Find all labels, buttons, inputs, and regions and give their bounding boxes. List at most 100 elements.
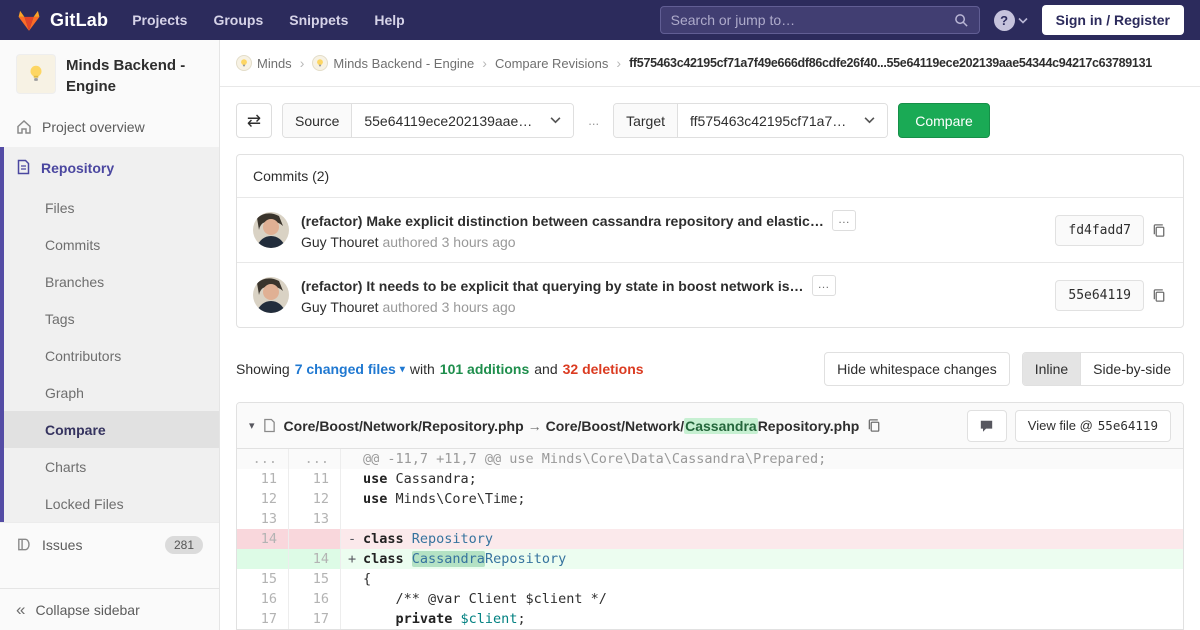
- diff-line-content: - class Repository: [341, 529, 1183, 549]
- diff-line-content: use Minds\Core\Time;: [363, 491, 526, 507]
- view-file-sha: 55e64119: [1097, 418, 1158, 433]
- issues-icon: [16, 537, 32, 552]
- old-line-number[interactable]: [237, 549, 289, 569]
- nav-link-groups[interactable]: Groups: [213, 12, 263, 28]
- file-path[interactable]: Core/Boost/Network/Repository.php → Core/B…: [284, 417, 859, 434]
- new-line-number[interactable]: 13: [289, 509, 341, 529]
- diff-line-hunk: ...... @@ -11,7 +11,7 @@ use Minds\Core\D…: [237, 449, 1183, 469]
- sidebar-item-graph[interactable]: Graph: [4, 374, 219, 411]
- old-line-number[interactable]: 14: [237, 529, 289, 549]
- sidebar-item-contributors[interactable]: Contributors: [4, 337, 219, 374]
- old-line-number[interactable]: 17: [237, 609, 289, 629]
- commit-sha[interactable]: 55e64119: [1055, 279, 1144, 311]
- comment-bubble-icon: [979, 419, 994, 433]
- commit-expand-button[interactable]: …: [811, 275, 836, 296]
- old-line-number[interactable]: 12: [237, 489, 289, 509]
- project-avatar[interactable]: [16, 54, 56, 94]
- inline-view-button[interactable]: Inline: [1022, 353, 1081, 385]
- nav-link-help[interactable]: Help: [374, 12, 404, 28]
- commit-title-link[interactable]: (refactor) It needs to be explicit that …: [301, 278, 804, 294]
- sidebar-item-compare[interactable]: Compare: [4, 411, 219, 448]
- commit-title-link[interactable]: (refactor) Make explicit distinction bet…: [301, 213, 824, 229]
- diff-file-panel: ▾ Core/Boost/Network/Repository.php → Core…: [236, 402, 1184, 630]
- search-icon[interactable]: [954, 13, 969, 28]
- commit-author-link[interactable]: Guy Thouret: [301, 234, 379, 250]
- diff-line-content: private $client;: [395, 611, 526, 627]
- copy-sha-icon[interactable]: [1152, 288, 1167, 303]
- source-revision-dropdown[interactable]: 55e64119ece202139aae…: [352, 104, 574, 137]
- breadcrumb-link[interactable]: Minds: [257, 56, 292, 71]
- new-line-number[interactable]: 14: [289, 549, 341, 569]
- new-line-number[interactable]: 17: [289, 609, 341, 629]
- commit-timestamp: authored 3 hours ago: [378, 299, 516, 315]
- copy-path-icon[interactable]: [867, 418, 882, 433]
- repository-icon: [16, 159, 31, 178]
- copy-sha-icon[interactable]: [1152, 223, 1167, 238]
- sidebar-item-repository[interactable]: Repository: [4, 147, 219, 189]
- diff-stats: Showing 7 changed files ▾ with 101 addit…: [236, 361, 644, 377]
- sidebar-item-project-overview[interactable]: Project overview: [0, 107, 219, 147]
- chevron-down-icon: [864, 115, 875, 127]
- sidebar-item-locked-files[interactable]: Locked Files: [4, 485, 219, 522]
- diff-line-content: use Cassandra;: [363, 471, 477, 487]
- side-by-side-view-button[interactable]: Side-by-side: [1080, 353, 1183, 385]
- collapse-diff-icon[interactable]: ▾: [249, 419, 255, 432]
- new-line-number[interactable]: 12: [289, 489, 341, 509]
- file-icon: [263, 418, 276, 433]
- new-line-number[interactable]: 15: [289, 569, 341, 589]
- sidebar-item-label: Issues: [42, 536, 83, 553]
- target-revision-dropdown[interactable]: ff575463c42195cf71a7…: [678, 104, 888, 137]
- new-line-number[interactable]: ...: [289, 449, 341, 469]
- compare-button[interactable]: Compare: [898, 103, 990, 138]
- commit-expand-button[interactable]: …: [831, 210, 856, 231]
- changed-files-label: 7 changed files: [294, 361, 396, 377]
- old-line-number[interactable]: 13: [237, 509, 289, 529]
- diff-line-ctx: 15 15 {: [237, 569, 1183, 589]
- new-line-number[interactable]: 11: [289, 469, 341, 489]
- nav-link-snippets[interactable]: Snippets: [289, 12, 348, 28]
- breadcrumb-link[interactable]: Minds Backend - Engine: [333, 56, 474, 71]
- old-line-number[interactable]: 16: [237, 589, 289, 609]
- repository-section: Repository Files Commits Branches Tags Contr…: [0, 147, 219, 522]
- collapse-label: Collapse sidebar: [35, 601, 140, 618]
- breadcrumb-separator-icon: ›: [616, 55, 622, 71]
- commits-title: Commits (2): [253, 168, 330, 184]
- revision-separator: ...: [588, 113, 600, 128]
- project-name[interactable]: Minds Backend - Engine: [66, 54, 203, 97]
- diff-line-ctx: 11 11 use Cassandra;: [237, 469, 1183, 489]
- new-line-number[interactable]: 16: [289, 589, 341, 609]
- new-line-number[interactable]: [289, 529, 341, 549]
- collapse-sidebar-button[interactable]: « Collapse sidebar: [0, 588, 219, 630]
- commit-list: (refactor) Make explicit distinction bet…: [237, 197, 1183, 327]
- commit-author-link[interactable]: Guy Thouret: [301, 299, 379, 315]
- old-line-number[interactable]: ...: [237, 449, 289, 469]
- sign-in-register-button[interactable]: Sign in / Register: [1041, 5, 1184, 35]
- search-input[interactable]: [670, 12, 954, 28]
- help-menu[interactable]: ?: [993, 9, 1028, 31]
- breadcrumb-link[interactable]: Compare Revisions: [495, 56, 608, 71]
- nav-link-projects[interactable]: Projects: [132, 12, 187, 28]
- caret-down-icon: ▾: [399, 363, 405, 375]
- breadcrumb-current: ff575463c42195cf71a7f49e666df86cdfe26f40…: [629, 56, 1152, 70]
- sidebar-item-tags[interactable]: Tags: [4, 300, 219, 337]
- diff-line-content: @@ -11,7 +11,7 @@ use Minds\Core\Data\Ca…: [341, 449, 1183, 469]
- sidebar-item-issues[interactable]: Issues 281: [0, 522, 219, 566]
- old-line-number[interactable]: 11: [237, 469, 289, 489]
- help-icon[interactable]: ?: [993, 9, 1015, 31]
- view-file-button[interactable]: View file @ 55e64119: [1014, 409, 1171, 442]
- sidebar-item-branches[interactable]: Branches: [4, 263, 219, 300]
- hide-whitespace-button[interactable]: Hide whitespace changes: [824, 352, 1010, 386]
- old-line-number[interactable]: 15: [237, 569, 289, 589]
- sidebar-item-commits[interactable]: Commits: [4, 226, 219, 263]
- global-search[interactable]: [659, 6, 980, 34]
- commit-sha[interactable]: fd4fadd7: [1055, 214, 1144, 246]
- comment-button[interactable]: [966, 409, 1007, 442]
- commit-row: (refactor) It needs to be explicit that …: [237, 262, 1183, 327]
- changed-files-dropdown[interactable]: 7 changed files ▾: [295, 361, 405, 377]
- sidebar-item-charts[interactable]: Charts: [4, 448, 219, 485]
- swap-revisions-button[interactable]: ⇄: [236, 103, 272, 138]
- gitlab-logo[interactable]: GitLab: [16, 8, 108, 33]
- main-content: Minds › Minds Backend - Engine › Compare Rev…: [220, 40, 1200, 630]
- new-path-highlight: Cassandra: [684, 417, 758, 434]
- sidebar-item-files[interactable]: Files: [4, 189, 219, 226]
